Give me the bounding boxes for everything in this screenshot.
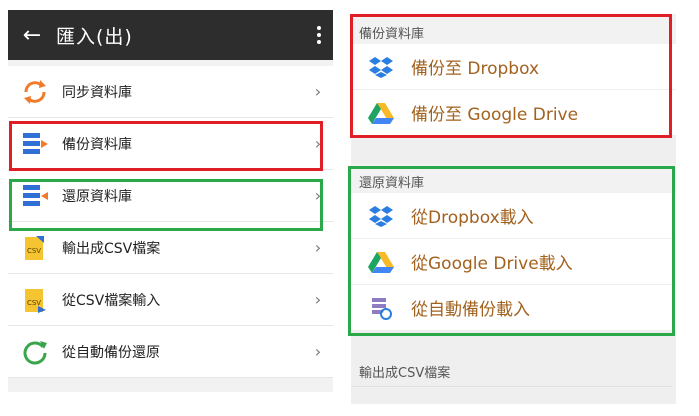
- sync-icon: [8, 78, 62, 106]
- menu-item-label: 輸出成CSV檔案: [62, 240, 161, 257]
- highlight-box-green: [9, 179, 323, 231]
- page-title: 匯入(出): [56, 25, 133, 48]
- menu-item-label: 從自動備份還原: [62, 344, 160, 361]
- svg-text:CSV: CSV: [27, 299, 41, 307]
- chevron-right-icon: ›: [314, 290, 322, 309]
- csv-export-icon: CSV: [8, 234, 62, 262]
- menu-item-csv-import[interactable]: CSV 從CSV檔案輸入 ›: [8, 274, 333, 326]
- chevron-right-icon: ›: [314, 342, 322, 361]
- highlight-box-green: [348, 166, 675, 336]
- menu-item-label: 同步資料庫: [62, 84, 132, 101]
- chevron-right-icon: ›: [314, 238, 322, 257]
- highlight-box-red: [350, 14, 672, 138]
- chevron-right-icon: ›: [314, 82, 322, 101]
- arrow-left-icon[interactable]: ←: [8, 23, 56, 48]
- section-gap: [351, 136, 676, 163]
- menu-item-sync[interactable]: 同步資料庫 ›: [8, 66, 333, 118]
- csv-import-icon: CSV: [8, 286, 62, 314]
- divider: [351, 386, 673, 387]
- menu-item-auto-restore[interactable]: 從自動備份還原 ›: [8, 326, 333, 378]
- auto-restore-icon: [8, 338, 62, 366]
- app-bar: ← 匯入(出): [8, 10, 333, 60]
- more-vertical-icon[interactable]: [305, 26, 333, 44]
- menu-item-label: 從CSV檔案輸入: [62, 292, 161, 309]
- section-header-csv-export: 輸出成CSV檔案: [351, 356, 673, 386]
- highlight-box-red: [9, 121, 323, 171]
- svg-text:CSV: CSV: [27, 247, 41, 255]
